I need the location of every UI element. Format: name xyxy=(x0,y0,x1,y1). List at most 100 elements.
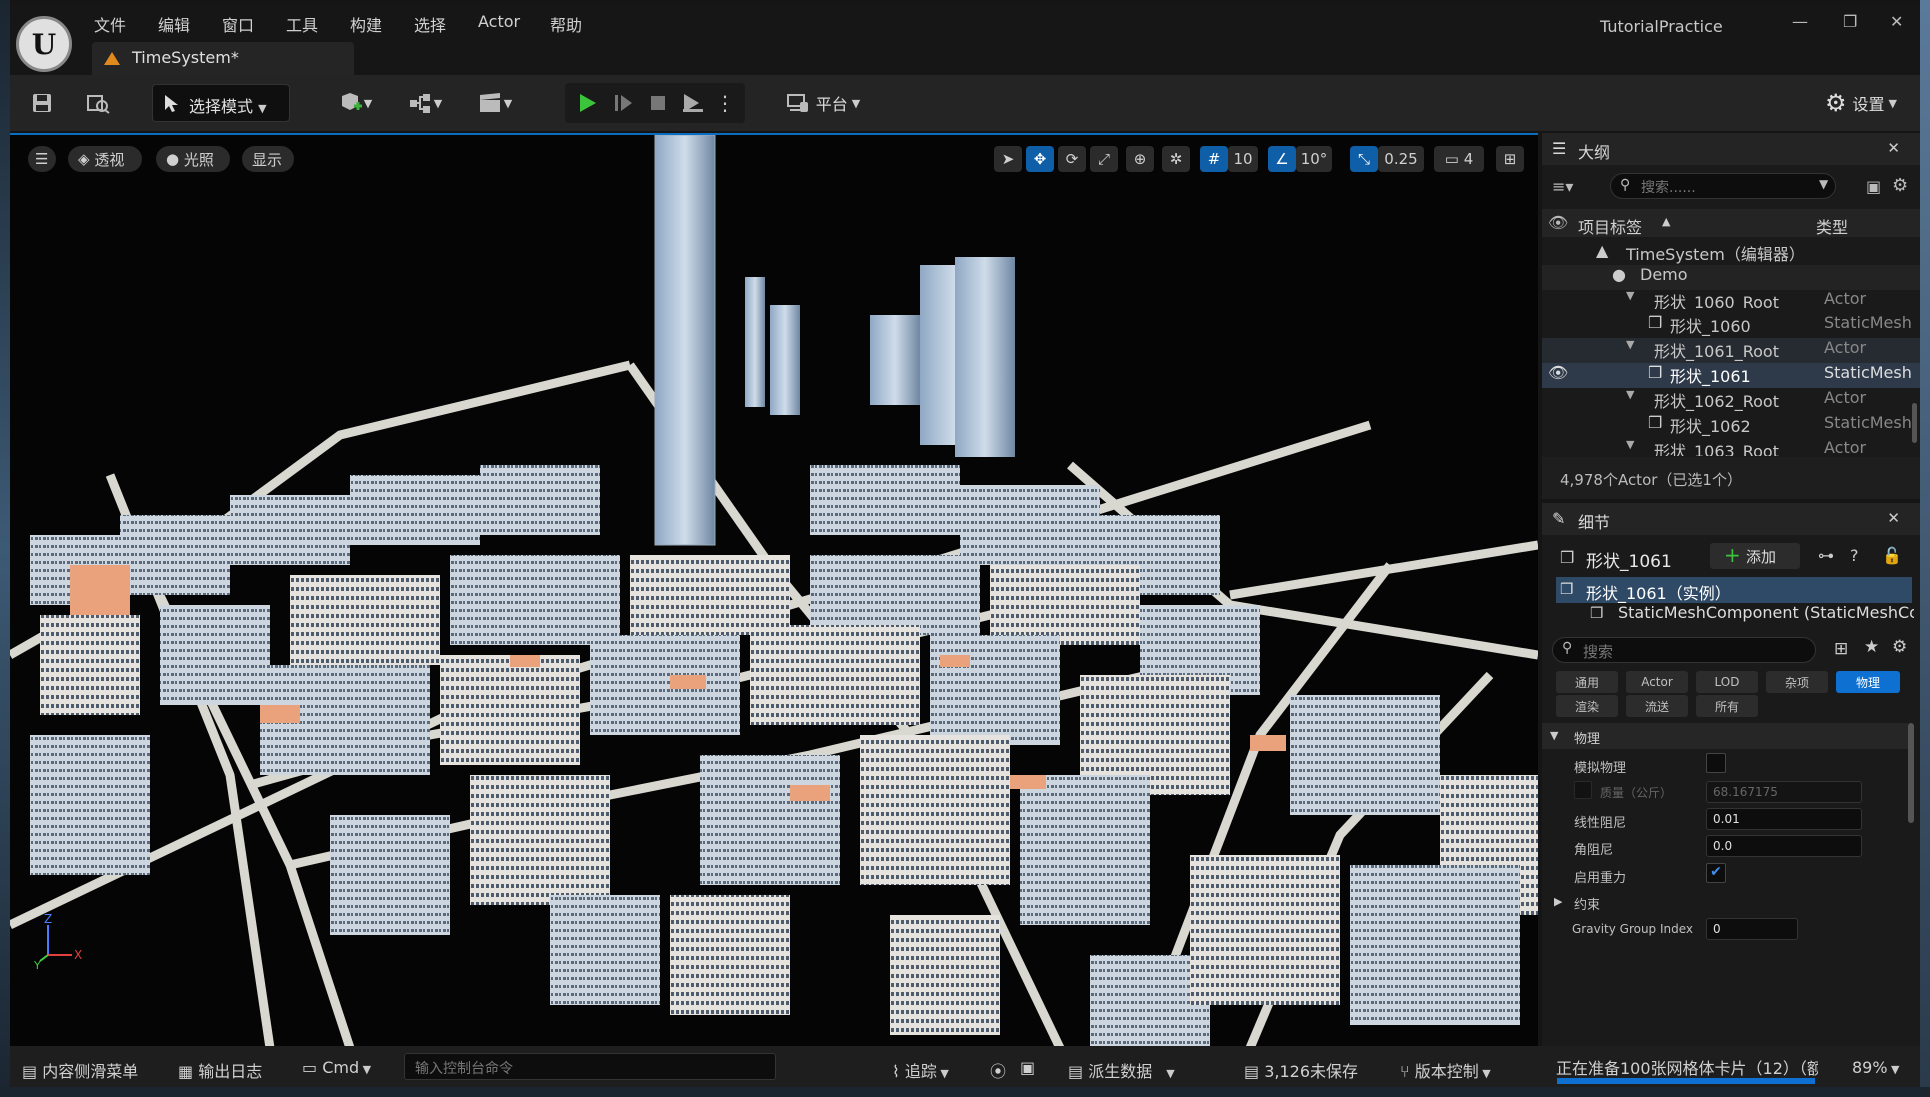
grid-snap-value[interactable]: 10 xyxy=(1228,146,1258,172)
gear-icon[interactable]: ⚙ xyxy=(1892,637,1907,657)
grid-snap-icon[interactable]: # xyxy=(1200,146,1228,172)
enable-gravity-checkbox[interactable]: ✔ xyxy=(1706,863,1726,883)
level-tab[interactable]: TimeSystem* xyxy=(92,42,354,75)
step-icon[interactable] xyxy=(608,83,638,123)
restore-icon[interactable]: ❐ xyxy=(1843,12,1857,31)
output-log-button[interactable]: ▦ 输出日志 xyxy=(178,1058,262,1082)
menu-tools[interactable]: 工具 xyxy=(286,12,318,36)
content-drawer-button[interactable]: ▤ 内容侧滑菜单 xyxy=(22,1058,138,1082)
blueprint-icon[interactable]: ⊶ xyxy=(1818,546,1834,565)
perspective-button[interactable]: ◈ 透视 xyxy=(68,146,142,172)
close-icon[interactable]: ✕ xyxy=(1890,12,1903,31)
category-rendering[interactable]: 渲染 xyxy=(1556,695,1618,717)
screenshot-icon[interactable]: ▣ xyxy=(1020,1058,1035,1077)
object-name[interactable]: 形状_1061 xyxy=(1586,547,1672,572)
filter-icon[interactable]: ≡▾ xyxy=(1552,177,1573,196)
rotate-snap-icon[interactable]: ∠ xyxy=(1268,146,1296,172)
star-icon[interactable]: ★ xyxy=(1864,637,1879,657)
column-type[interactable]: 类型 xyxy=(1816,214,1848,238)
add-actor-button[interactable]: ▼ xyxy=(330,83,380,123)
category-lod[interactable]: LOD xyxy=(1696,671,1758,693)
close-icon[interactable]: ✕ xyxy=(1887,509,1900,527)
outliner-row[interactable]: ▼ 形状_1060_Root Actor xyxy=(1542,289,1920,309)
layout-icon[interactable]: ⊞ xyxy=(1496,146,1524,172)
constraints-label[interactable]: 约束 xyxy=(1574,894,1600,913)
mass-input[interactable]: 68.167175 xyxy=(1706,781,1862,803)
menu-edit[interactable]: 编辑 xyxy=(158,12,190,36)
chevron-down-icon[interactable]: ▼ xyxy=(1819,177,1828,191)
category-streaming[interactable]: 流送 xyxy=(1626,695,1688,717)
mass-override-checkbox[interactable] xyxy=(1574,781,1592,799)
outliner-row-selected[interactable]: 👁 ❒ 形状_1061 StaticMesh xyxy=(1542,363,1920,388)
eject-icon[interactable] xyxy=(678,83,708,123)
browse-content-icon[interactable] xyxy=(80,83,116,123)
help-icon[interactable]: ? xyxy=(1850,546,1859,565)
scale-snap-icon[interactable]: ⤡ xyxy=(1350,146,1378,172)
camera-speed-button[interactable]: ▭ 4 xyxy=(1434,146,1484,172)
scale-snap-value[interactable]: 0.25 xyxy=(1378,146,1424,172)
angular-damping-input[interactable]: 0.0 xyxy=(1706,835,1862,857)
rotate-snap-value[interactable]: 10° xyxy=(1296,146,1332,172)
platform-button[interactable]: 平台 ▼ xyxy=(778,83,868,123)
outliner-search-input[interactable]: 搜索...... xyxy=(1610,173,1836,199)
details-search-input[interactable]: 搜索 xyxy=(1552,637,1816,663)
play-options-icon[interactable]: ⋮ xyxy=(715,83,735,123)
lighting-button[interactable]: ● 光照 xyxy=(156,146,230,172)
unsaved-button[interactable]: ▤ 3,126未保存 xyxy=(1244,1058,1358,1082)
close-icon[interactable]: ✕ xyxy=(1887,139,1900,157)
viewport-menu-icon[interactable]: ☰ xyxy=(28,146,56,172)
new-folder-icon[interactable]: ▣ xyxy=(1866,177,1881,196)
outliner-row[interactable]: ❒ 形状_1060 StaticMesh xyxy=(1542,313,1920,338)
category-actor[interactable]: Actor xyxy=(1626,671,1688,693)
lock-icon[interactable]: 🔓 xyxy=(1882,546,1902,565)
outliner-row[interactable]: ❒ 形状_1062 StaticMesh xyxy=(1542,413,1920,438)
outliner-scrollbar[interactable] xyxy=(1912,403,1917,443)
surface-snap-icon[interactable]: ✲ xyxy=(1162,146,1190,172)
blueprint-button[interactable]: ▼ xyxy=(400,83,450,123)
chevron-right-icon[interactable]: ▶ xyxy=(1554,895,1562,908)
translate-tool-icon[interactable]: ✥ xyxy=(1026,146,1054,172)
outliner-row[interactable]: ▼ 形状_1062_Root Actor xyxy=(1542,388,1920,413)
menu-window[interactable]: 窗口 xyxy=(222,12,254,36)
menu-file[interactable]: 文件 xyxy=(94,12,126,36)
component-instance-row[interactable]: 形状_1061（实例） xyxy=(1556,577,1912,603)
linear-damping-input[interactable]: 0.01 xyxy=(1706,808,1862,830)
category-misc[interactable]: 杂项 xyxy=(1766,671,1828,693)
details-scrollbar[interactable] xyxy=(1908,723,1914,823)
outliner-row[interactable]: ▼ 形状_1061_Root Actor xyxy=(1542,338,1920,363)
menu-build[interactable]: 构建 xyxy=(350,12,382,36)
simulate-physics-checkbox[interactable] xyxy=(1706,753,1726,773)
category-general[interactable]: 通用 xyxy=(1556,671,1618,693)
outliner-row[interactable]: ▼ 形状_1063_Root Actor xyxy=(1542,438,1920,456)
column-label[interactable]: 项目标签 xyxy=(1578,214,1642,238)
play-icon[interactable] xyxy=(572,83,602,123)
console-command-input[interactable]: 输入控制台命令 xyxy=(404,1053,776,1080)
category-physics[interactable]: 物理 xyxy=(1836,671,1900,693)
outliner-row[interactable]: ● Demo xyxy=(1542,265,1920,290)
component-row[interactable]: StaticMeshComponent (StaticMeshCo xyxy=(1618,603,1914,622)
trace-button[interactable]: ⌇ 追踪 ▼ xyxy=(892,1058,949,1082)
menu-select[interactable]: 选择 xyxy=(414,12,446,36)
task-percent[interactable]: 89% ▼ xyxy=(1852,1058,1900,1077)
settings-button[interactable]: ⚙ 设置 ▼ xyxy=(1818,83,1904,123)
record-icon[interactable]: ⦿ xyxy=(990,1058,1006,1082)
table-view-icon[interactable]: ⊞ xyxy=(1834,639,1848,659)
source-control-button[interactable]: ⑂ 版本控制 ▼ xyxy=(1400,1058,1491,1082)
minimize-icon[interactable]: — xyxy=(1792,12,1808,31)
level-viewport[interactable]: Z X Y xyxy=(10,133,1538,1046)
derived-data-button[interactable]: ▤ 派生数据 ▼ xyxy=(1068,1058,1175,1082)
scale-tool-icon[interactable]: ⤢ xyxy=(1090,146,1118,172)
outliner-row[interactable]: ▲ TimeSystem（编辑器） xyxy=(1542,241,1920,266)
stop-icon[interactable] xyxy=(643,83,673,123)
category-all[interactable]: 所有 xyxy=(1696,695,1758,717)
menu-help[interactable]: 帮助 xyxy=(550,12,582,36)
select-tool-icon[interactable]: ➤ xyxy=(994,146,1022,172)
show-button[interactable]: 显示 xyxy=(242,146,294,172)
gear-icon[interactable]: ⚙ xyxy=(1892,175,1908,196)
menu-actor[interactable]: Actor xyxy=(478,12,520,31)
cmd-dropdown[interactable]: ▭ Cmd ▼ xyxy=(302,1058,371,1077)
rotate-tool-icon[interactable]: ⟳ xyxy=(1058,146,1086,172)
world-local-icon[interactable]: ⊕ xyxy=(1126,146,1154,172)
eye-icon[interactable]: 👁 xyxy=(1548,363,1568,382)
save-icon[interactable] xyxy=(24,83,60,123)
